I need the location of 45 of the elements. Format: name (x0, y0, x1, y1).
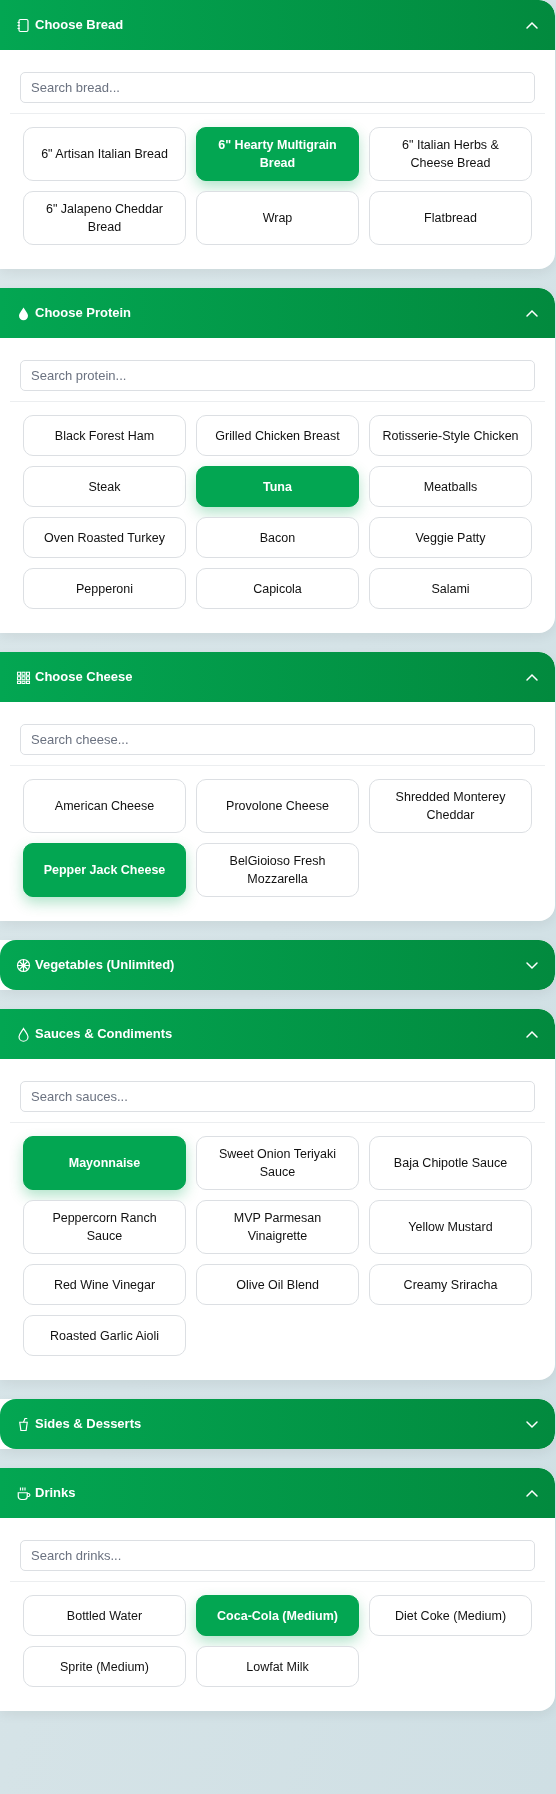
option-button[interactable]: Provolone Cheese (196, 779, 359, 833)
search-field[interactable]: Search bread... (20, 72, 535, 103)
option-button[interactable]: 6" Jalapeno Cheddar Bread (23, 191, 186, 245)
option-button[interactable]: Capicola (196, 568, 359, 609)
wheel-icon (16, 957, 31, 973)
option-button[interactable]: Flatbread (369, 191, 532, 245)
option-button[interactable]: Grilled Chicken Breast (196, 415, 359, 456)
option-button[interactable]: Oven Roasted Turkey (23, 517, 186, 558)
option-button[interactable]: MVP Parmesan Vinaigrette (196, 1200, 359, 1254)
option-button[interactable]: 6" Artisan Italian Bread (23, 127, 186, 181)
option-button[interactable]: Steak (23, 466, 186, 507)
option-button[interactable]: BelGioioso Fresh Mozzarella (196, 843, 359, 897)
drop-icon (16, 1026, 31, 1042)
option-button[interactable]: Wrap (196, 191, 359, 245)
option-button[interactable]: Yellow Mustard (369, 1200, 532, 1254)
grid-icon (16, 669, 31, 685)
search-field[interactable]: Search cheese... (20, 724, 535, 755)
option-button[interactable]: Bottled Water (23, 1595, 186, 1636)
search-field[interactable]: Search drinks... (20, 1540, 535, 1571)
cup-icon (16, 1416, 31, 1432)
option-button[interactable]: Red Wine Vinegar (23, 1264, 186, 1305)
coffee-cup-icon (16, 1485, 31, 1501)
option-button[interactable]: Sprite (Medium) (23, 1646, 186, 1687)
option-button[interactable]: Rotisserie-Style Chicken (369, 415, 532, 456)
search-field[interactable]: Search sauces... (20, 1081, 535, 1112)
option-button[interactable]: Sweet Onion Teriyaki Sauce (196, 1136, 359, 1190)
option-button[interactable]: Lowfat Milk (196, 1646, 359, 1687)
option-button[interactable]: Creamy Sriracha (369, 1264, 532, 1305)
option-button[interactable]: Roasted Garlic Aioli (23, 1315, 186, 1356)
option-button[interactable]: Olive Oil Blend (196, 1264, 359, 1305)
drop-icon (16, 305, 31, 321)
option-button[interactable]: Salami (369, 568, 532, 609)
option-button[interactable]: Veggie Patty (369, 517, 532, 558)
option-button[interactable]: Baja Chipotle Sauce (369, 1136, 532, 1190)
option-button[interactable]: Meatballs (369, 466, 532, 507)
option-button[interactable]: Shredded Monterey Cheddar (369, 779, 532, 833)
option-button[interactable]: Bacon (196, 517, 359, 558)
option-button[interactable]: Peppercorn Ranch Sauce (23, 1200, 186, 1254)
search-field[interactable]: Search protein... (20, 360, 535, 391)
notebook-icon (16, 17, 31, 33)
option-button[interactable]: Diet Coke (Medium) (369, 1595, 532, 1636)
option-button[interactable]: Pepperoni (23, 568, 186, 609)
option-button[interactable]: Black Forest Ham (23, 415, 186, 456)
option-button[interactable]: 6" Italian Herbs & Cheese Bread (369, 127, 532, 181)
option-button[interactable]: American Cheese (23, 779, 186, 833)
